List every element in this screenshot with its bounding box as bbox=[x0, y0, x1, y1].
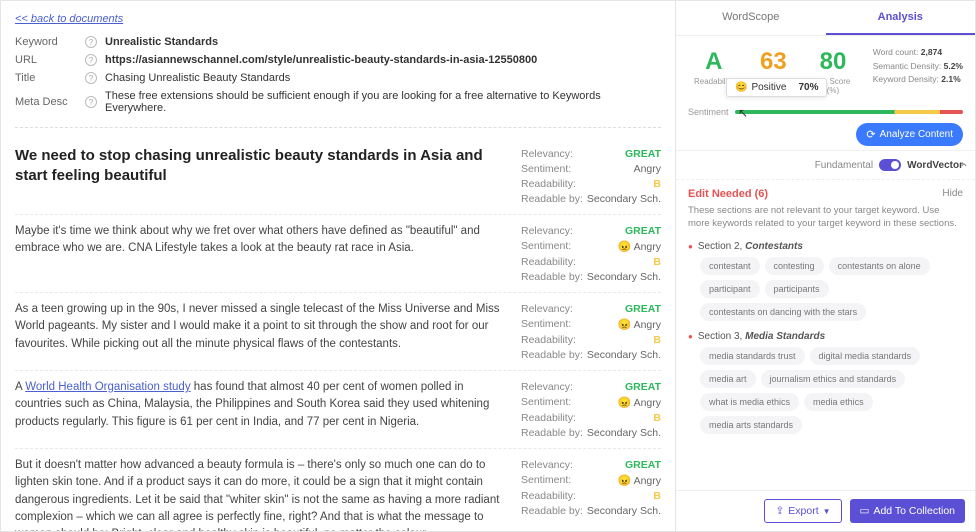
content-metrics: Relevancy:GREATSentiment:😠AngryReadabili… bbox=[521, 457, 661, 531]
content-heading: We need to stop chasing unrealistic beau… bbox=[15, 146, 521, 206]
edit-description: These sections are not relevant to your … bbox=[676, 204, 975, 237]
export-icon: ⇪ bbox=[775, 505, 784, 517]
meta-value-url: https://asiannewschannel.com/style/unrea… bbox=[105, 54, 661, 66]
analyze-content-button[interactable]: Analyze Content bbox=[856, 123, 963, 146]
content-row: Maybe it's time we think about why we fr… bbox=[15, 215, 661, 293]
wv-score: 80 bbox=[809, 50, 857, 74]
keyword-tag[interactable]: media arts standards bbox=[700, 416, 802, 434]
tab-analysis[interactable]: Analysis bbox=[826, 1, 976, 35]
meta-value-desc: These free extensions should be sufficie… bbox=[105, 90, 661, 114]
keyword-tag[interactable]: participant bbox=[700, 280, 760, 298]
mode-toggle[interactable] bbox=[879, 159, 901, 171]
keyword-tag[interactable]: contestants on alone bbox=[829, 257, 930, 275]
analysis-panel: WordScope Analysis A Readability 63 Sent… bbox=[675, 1, 975, 531]
keyword-tag[interactable]: digital media standards bbox=[810, 347, 921, 365]
content-metrics: Relevancy:GREATSentiment:AngryReadabilit… bbox=[521, 146, 661, 206]
content-row: We need to stop chasing unrealistic beau… bbox=[15, 138, 661, 215]
edit-section: Section 3, Media Standards media standard… bbox=[676, 327, 975, 440]
score-card: A Readability 63 Sent. Score (%) 80 WL S… bbox=[676, 36, 975, 151]
back-to-documents-link[interactable]: << back to documents bbox=[15, 13, 123, 25]
meta-value-title: Chasing Unrealistic Beauty Standards bbox=[105, 72, 661, 84]
edit-needed-title: Edit Needed (6) bbox=[688, 188, 768, 200]
content-metrics: Relevancy:GREATSentiment:😠AngryReadabili… bbox=[521, 223, 661, 284]
meta-label-title: Title bbox=[15, 72, 85, 84]
keyword-tag[interactable]: what is media ethics bbox=[700, 393, 799, 411]
help-icon[interactable]: ? bbox=[85, 54, 97, 66]
keyword-tag[interactable]: journalism ethics and standards bbox=[761, 370, 906, 388]
sentiment-label: Sentiment bbox=[688, 107, 729, 117]
sentiment-score: 63 bbox=[750, 50, 798, 74]
content-paragraph: Maybe it's time we think about why we fr… bbox=[15, 223, 521, 284]
meta-label-url: URL bbox=[15, 54, 85, 66]
chevron-up-icon[interactable]: ⌃ bbox=[959, 161, 969, 175]
meta-value-keyword: Unrealistic Standards bbox=[105, 36, 661, 48]
content-metrics: Relevancy:GREATSentiment:😠AngryReadabili… bbox=[521, 301, 661, 362]
smile-icon: 😊 bbox=[735, 82, 747, 93]
content-paragraph: As a teen growing up in the 90s, I never… bbox=[15, 301, 521, 362]
bookmark-icon: ▭ bbox=[860, 505, 870, 517]
keyword-tag[interactable]: media art bbox=[700, 370, 756, 388]
meta-table: Keyword ? Unrealistic Standards URL ? ht… bbox=[15, 33, 661, 117]
sentiment-tooltip: 😊 Positive 70% bbox=[726, 78, 827, 97]
content-paragraph: But it doesn't matter how advanced a bea… bbox=[15, 457, 521, 531]
meta-label-desc: Meta Desc bbox=[15, 96, 85, 108]
content-metrics: Relevancy:GREATSentiment:😠AngryReadabili… bbox=[521, 379, 661, 440]
keyword-tag[interactable]: contesting bbox=[765, 257, 824, 275]
help-icon[interactable]: ? bbox=[85, 36, 97, 48]
keyword-tag[interactable]: contestants on dancing with the stars bbox=[700, 303, 866, 321]
meta-label-keyword: Keyword bbox=[15, 36, 85, 48]
keyword-tag[interactable]: participants bbox=[765, 280, 829, 298]
add-to-collection-button[interactable]: ▭ Add To Collection bbox=[850, 499, 965, 523]
export-button[interactable]: ⇪ Export ▼ bbox=[764, 499, 841, 523]
help-icon[interactable]: ? bbox=[85, 96, 97, 108]
section-title: Section 2, Contestants bbox=[688, 241, 963, 252]
tab-wordscope[interactable]: WordScope bbox=[676, 1, 826, 35]
edit-section: Section 2, Contestants contestant contesti… bbox=[676, 237, 975, 327]
content-row: As a teen growing up in the 90s, I never… bbox=[15, 293, 661, 371]
content-paragraph: A World Health Organisation study has fo… bbox=[15, 379, 521, 440]
toggle-right-label: WordVector bbox=[907, 160, 963, 171]
help-icon[interactable]: ? bbox=[85, 72, 97, 84]
hide-button[interactable]: Hide bbox=[942, 188, 963, 200]
content-row: A World Health Organisation study has fo… bbox=[15, 371, 661, 449]
section-title: Section 3, Media Standards bbox=[688, 331, 963, 342]
main-content: << back to documents Keyword ? Unrealist… bbox=[1, 1, 675, 531]
sentiment-bar bbox=[735, 110, 963, 114]
keyword-tag[interactable]: media standards trust bbox=[700, 347, 805, 365]
keyword-tag[interactable]: media ethics bbox=[804, 393, 873, 411]
readability-grade: A bbox=[690, 50, 738, 74]
toggle-left-label: Fundamental bbox=[815, 160, 873, 171]
keyword-tag[interactable]: contestant bbox=[700, 257, 760, 275]
chevron-down-icon: ▼ bbox=[823, 507, 831, 516]
tabs: WordScope Analysis bbox=[676, 1, 975, 36]
content-row: But it doesn't matter how advanced a bea… bbox=[15, 449, 661, 531]
